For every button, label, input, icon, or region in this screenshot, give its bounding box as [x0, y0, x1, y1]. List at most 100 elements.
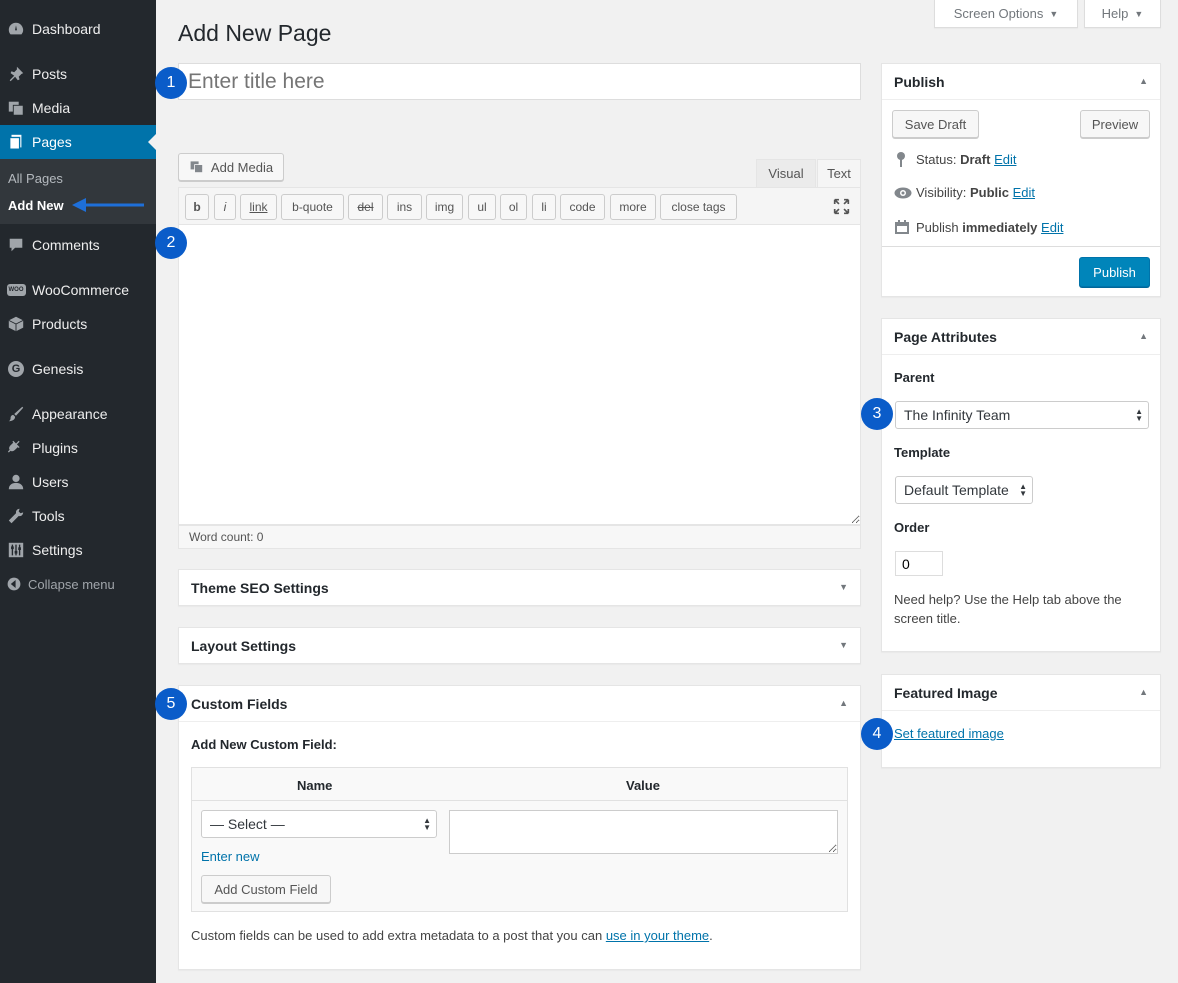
sidebar-item-label: WooCommerce: [32, 282, 129, 298]
order-label: Order: [894, 520, 930, 535]
triangle-up-icon[interactable]: ▲: [1139, 331, 1148, 341]
page-attributes-box: Page Attributes ▲ Parent The Infinity Te…: [881, 318, 1161, 652]
custom-field-value-input[interactable]: [449, 810, 838, 854]
theme-seo-box[interactable]: Theme SEO Settings ▼: [178, 569, 861, 606]
media-icon: [0, 99, 32, 117]
qt-del-button[interactable]: del: [348, 194, 383, 220]
sidebar-item-label: Pages: [32, 134, 72, 150]
select-value: Default Template: [904, 482, 1009, 498]
layout-settings-box[interactable]: Layout Settings ▼: [178, 627, 861, 664]
sidebar-item-pages[interactable]: Pages: [0, 125, 156, 159]
edit-publish-time-link[interactable]: Edit: [1041, 220, 1063, 235]
custom-fields-title: Custom Fields: [179, 686, 860, 722]
custom-field-key-select[interactable]: — Select — ▲ ▼: [201, 810, 437, 838]
publish-time-row: Publish immediately Edit: [894, 219, 1063, 235]
sidebar-item-label: Appearance: [32, 406, 108, 422]
qt-img-button[interactable]: img: [426, 194, 463, 220]
triangle-up-icon[interactable]: ▲: [1139, 76, 1148, 86]
submenu-add-new[interactable]: Add New: [8, 198, 64, 213]
collapse-icon: [0, 576, 28, 592]
help-button[interactable]: Help ▼: [1084, 0, 1161, 28]
qt-li-button[interactable]: li: [532, 194, 556, 220]
parent-select[interactable]: The Infinity Team ▲ ▼: [895, 401, 1149, 429]
tab-text[interactable]: Text: [817, 159, 861, 187]
select-arrows-icon: ▲ ▼: [1019, 482, 1027, 498]
add-custom-field-button[interactable]: Add Custom Field: [201, 875, 331, 903]
dashboard-icon: [0, 20, 32, 38]
sidebar-item-users[interactable]: Users: [0, 465, 156, 499]
add-custom-field-heading: Add New Custom Field:: [191, 737, 337, 752]
collapse-menu-button[interactable]: Collapse menu: [0, 572, 115, 596]
annotation-badge-1: 1: [155, 67, 187, 99]
publish-title: Publish: [882, 64, 1160, 100]
sidebar-item-woocommerce[interactable]: WOO WooCommerce: [0, 273, 156, 307]
triangle-down-icon[interactable]: ▼: [839, 640, 848, 650]
page-attributes-title: Page Attributes: [882, 319, 1160, 355]
qt-italic-button[interactable]: i: [214, 194, 236, 220]
use-in-theme-link[interactable]: use in your theme: [606, 928, 709, 943]
sidebar-item-genesis[interactable]: G Genesis: [0, 352, 156, 386]
order-input[interactable]: [895, 551, 943, 576]
edit-visibility-link[interactable]: Edit: [1013, 185, 1035, 200]
preview-button[interactable]: Preview: [1080, 110, 1150, 138]
sidebar-item-posts[interactable]: Posts: [0, 57, 156, 91]
qt-ins-button[interactable]: ins: [387, 194, 422, 220]
sidebar-item-comments[interactable]: Comments: [0, 228, 156, 262]
qt-bold-button[interactable]: b: [185, 194, 209, 220]
custom-fields-help: Custom fields can be used to add extra m…: [191, 928, 713, 943]
pin-icon: [0, 65, 32, 83]
save-draft-button[interactable]: Save Draft: [892, 110, 979, 138]
pages-submenu: All Pages Add New: [0, 159, 156, 224]
admin-sidebar: Dashboard Posts Media Pages All Pages Ad…: [0, 0, 156, 983]
qt-more-button[interactable]: more: [610, 194, 656, 220]
submenu-all-pages[interactable]: All Pages: [8, 171, 63, 186]
sidebar-item-appearance[interactable]: Appearance: [0, 397, 156, 431]
qt-code-button[interactable]: code: [560, 194, 605, 220]
screen-options-button[interactable]: Screen Options ▼: [934, 0, 1078, 28]
parent-label: Parent: [894, 370, 935, 385]
help-label: Help: [1101, 6, 1129, 21]
sidebar-item-settings[interactable]: Settings: [0, 533, 156, 567]
annotation-badge-2: 2: [155, 227, 187, 259]
edit-status-link[interactable]: Edit: [994, 152, 1016, 167]
triangle-up-icon[interactable]: ▲: [1139, 687, 1148, 697]
add-media-button[interactable]: Add Media: [178, 153, 284, 181]
tab-visual[interactable]: Visual: [756, 159, 816, 187]
template-label: Template: [894, 445, 951, 460]
qt-link-button[interactable]: link: [240, 194, 277, 220]
column-name-header: Name: [297, 778, 333, 793]
set-featured-image-link[interactable]: Set featured image: [894, 726, 1004, 741]
qt-ul-button[interactable]: ul: [468, 194, 496, 220]
template-select[interactable]: Default Template ▲ ▼: [895, 476, 1033, 504]
featured-image-box: Featured Image ▲ Set featured image: [881, 674, 1161, 768]
sidebar-item-media[interactable]: Media: [0, 91, 156, 125]
status-row: Status: Draft Edit: [894, 151, 1016, 167]
user-icon: [0, 473, 32, 491]
visibility-row: Visibility: Public Edit: [894, 185, 1035, 200]
calendar-icon: [894, 219, 916, 235]
qt-ol-button[interactable]: ol: [500, 194, 527, 220]
sidebar-item-label: Posts: [32, 66, 68, 82]
qt-bquote-button[interactable]: b-quote: [281, 194, 344, 220]
triangle-up-icon[interactable]: ▲: [839, 698, 848, 708]
sidebar-item-label: Comments: [32, 237, 100, 253]
sidebar-item-plugins[interactable]: Plugins: [0, 431, 156, 465]
triangle-down-icon[interactable]: ▼: [839, 582, 848, 592]
help-text: Custom fields can be used to add extra m…: [191, 928, 603, 943]
brush-icon: [0, 405, 32, 423]
fullscreen-icon[interactable]: [833, 198, 850, 215]
box-icon: [0, 315, 32, 333]
sidebar-item-tools[interactable]: Tools: [0, 499, 156, 533]
caret-down-icon: ▼: [1049, 8, 1059, 19]
select-value: The Infinity Team: [904, 407, 1011, 423]
sidebar-item-dashboard[interactable]: Dashboard: [0, 12, 156, 46]
eye-icon: [894, 187, 916, 199]
title-input[interactable]: [178, 63, 861, 100]
enter-new-link[interactable]: Enter new: [201, 849, 260, 864]
content-editor[interactable]: [178, 225, 861, 525]
sidebar-item-products[interactable]: Products: [0, 307, 156, 341]
visibility-label: Visibility:: [916, 185, 967, 200]
publish-button[interactable]: Publish: [1079, 257, 1150, 287]
sidebar-item-label: Dashboard: [32, 21, 101, 37]
qt-close-tags-button[interactable]: close tags: [660, 194, 737, 220]
